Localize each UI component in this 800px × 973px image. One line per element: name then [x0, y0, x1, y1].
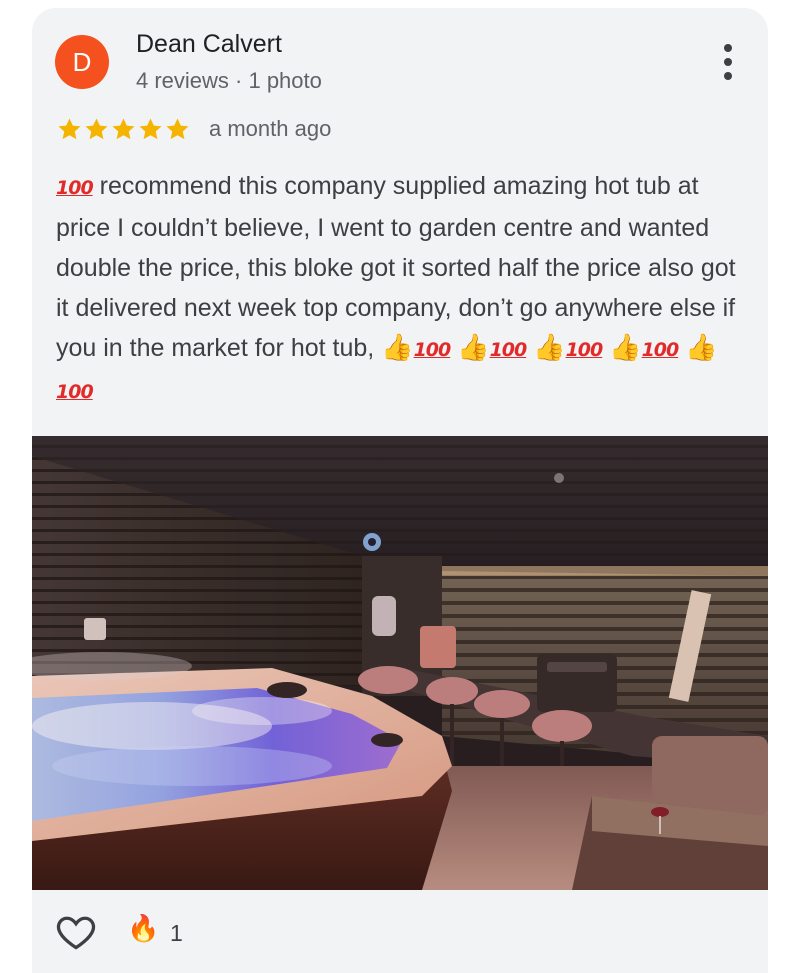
dot: [724, 58, 732, 66]
review-date: a month ago: [209, 116, 332, 141]
hundred-emoji-icon: 100: [56, 177, 94, 199]
thumbs-up-emoji-icon: 👍: [533, 333, 566, 363]
avatar[interactable]: D: [55, 35, 109, 89]
hundred-emoji-icon: 100: [641, 339, 680, 361]
thumbs-up-emoji-icon: 👍: [609, 333, 642, 363]
hundred-emoji-icon: 100: [489, 339, 528, 361]
thumbs-up-emoji-icon: 👍: [457, 333, 490, 363]
star-icon: [58, 117, 81, 139]
star-icon: [85, 117, 108, 139]
fire-reaction-icon[interactable]: 🔥: [127, 914, 159, 944]
hot-tub-photo: [32, 436, 768, 890]
review-card: D Dean Calvert 4 reviews · 1 photo a mon…: [32, 8, 768, 973]
reviewer-name[interactable]: Dean Calvert: [136, 30, 282, 59]
thumbs-up-emoji-icon: 👍: [685, 333, 718, 363]
review-text: 100 recommend this company supplied amaz…: [56, 166, 736, 412]
thumbs-up-emoji-icon: 👍: [381, 333, 414, 363]
hundred-emoji-icon: 100: [56, 381, 94, 403]
reviewer-meta[interactable]: 4 reviews · 1 photo: [136, 68, 322, 94]
dot: [724, 72, 732, 80]
star-icon: [112, 117, 135, 139]
heart-icon[interactable]: [54, 910, 98, 954]
reaction-count: 1: [170, 920, 183, 946]
dot: [724, 44, 732, 52]
star-icon: [166, 117, 189, 139]
star-rating: a month ago: [56, 114, 331, 144]
review-photo[interactable]: [32, 436, 768, 890]
more-options-icon[interactable]: [710, 40, 746, 84]
hundred-emoji-icon: 100: [565, 339, 604, 361]
review-footer: 🔥 1: [32, 890, 768, 973]
avatar-initial: D: [72, 46, 92, 77]
hundred-emoji-icon: 100: [413, 339, 452, 361]
star-icon: [139, 117, 162, 139]
